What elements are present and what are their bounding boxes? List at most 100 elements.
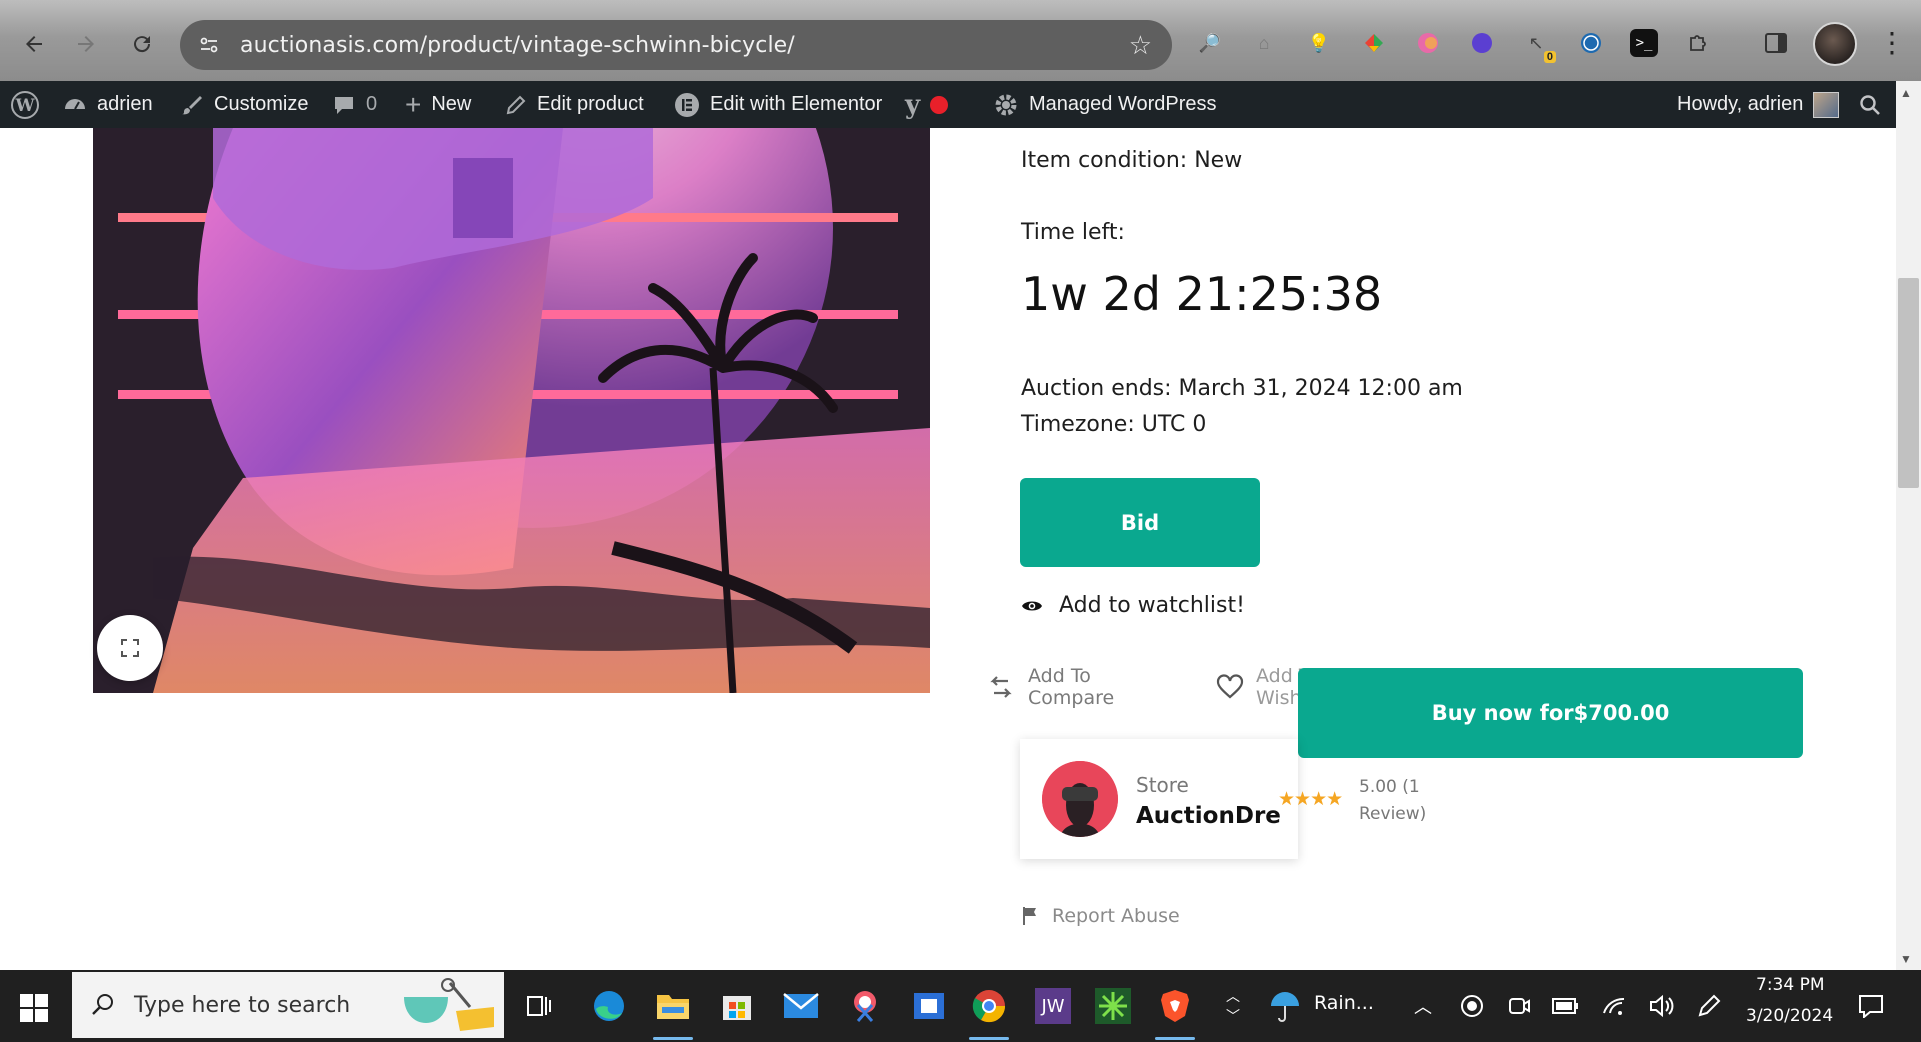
puzzle-extensions-icon[interactable] — [1684, 29, 1712, 57]
forward-icon[interactable] — [66, 24, 106, 64]
address-bar[interactable]: auctionasis.com/product/vintage-schwinn-… — [180, 20, 1172, 70]
watchlist-label: Add to watchlist! — [1059, 593, 1245, 618]
notification-center-icon[interactable] — [1848, 983, 1894, 1029]
edit-product-label: Edit product — [537, 93, 644, 115]
chrome-active-indicator — [969, 1037, 1009, 1040]
item-condition: Item condition: New — [1021, 148, 1243, 173]
report-abuse-link[interactable]: Report Abuse — [1022, 905, 1180, 927]
wordpress-extension-icon[interactable] — [1577, 29, 1605, 57]
search-icon — [92, 994, 113, 1015]
terminal-extension-icon[interactable]: >_ — [1630, 29, 1658, 57]
scroll-up-icon[interactable]: ▲ — [1900, 86, 1912, 100]
new-label: New — [431, 93, 472, 115]
rating-stars: ★★★★ — [1278, 789, 1343, 810]
extension-badge: 0 — [1543, 51, 1556, 63]
bid-button[interactable]: Bid — [1020, 478, 1260, 567]
snipping-tool-icon[interactable] — [842, 983, 888, 1029]
windows-start-icon[interactable] — [14, 988, 54, 1028]
clock-date[interactable]: 3/20/2024 — [1746, 1006, 1833, 1026]
expand-icon — [121, 639, 139, 657]
howdy-account-link[interactable]: Howdy, adrien — [1677, 81, 1840, 128]
admin-search-icon[interactable] — [1858, 81, 1882, 128]
customize-link[interactable]: Customize — [180, 81, 308, 128]
site-dashboard-link[interactable]: adrien — [63, 81, 153, 128]
gradient-extension-icon[interactable] — [1414, 29, 1442, 57]
file-explorer-icon[interactable] — [650, 983, 696, 1029]
store-card[interactable]: Store AuctionDre — [1020, 739, 1298, 859]
pen-ink-icon[interactable] — [1686, 983, 1732, 1029]
browser-toolbar: auctionasis.com/product/vintage-schwinn-… — [0, 0, 1921, 81]
browser-menu-icon[interactable]: ⋮ — [1878, 26, 1906, 59]
seo-status-dot — [930, 95, 949, 114]
rating-line2: Review) — [1359, 804, 1427, 824]
product-image[interactable] — [93, 128, 930, 693]
rain-weather-icon[interactable] — [1262, 983, 1308, 1029]
report-abuse-label: Report Abuse — [1052, 905, 1180, 927]
chrome-icon[interactable] — [966, 983, 1012, 1029]
clock-time[interactable]: 7:34 PM — [1756, 975, 1825, 995]
chevron-down-icon: ﹀ — [1226, 1008, 1240, 1024]
countdown-timer: 1w 2d 21:25:38 — [1021, 267, 1383, 321]
weather-label[interactable]: Rain... — [1314, 992, 1374, 1014]
task-view-icon[interactable] — [517, 983, 563, 1029]
colorful-extension-icon[interactable] — [1360, 29, 1388, 57]
mail-icon[interactable] — [778, 983, 824, 1029]
store-name[interactable]: AuctionDre — [1136, 803, 1281, 829]
taskbar-overflow-arrows[interactable]: ︿ ﹀ — [1210, 983, 1256, 1029]
yoast-icon: y — [905, 89, 921, 120]
edge-icon[interactable] — [586, 983, 632, 1029]
yoast-seo-link[interactable]: y — [905, 81, 949, 128]
heart-icon — [1216, 674, 1244, 699]
home-extension-icon[interactable]: ⌂ — [1250, 29, 1278, 57]
zoom-image-button[interactable] — [97, 615, 163, 681]
show-hidden-icons-chevron-icon[interactable]: ︿ — [1400, 983, 1446, 1029]
add-to-compare-link[interactable]: Add To Compare — [988, 665, 1114, 709]
microsoft-store-icon[interactable] — [714, 983, 760, 1029]
store-label: Store — [1136, 773, 1189, 797]
wifi-icon[interactable] — [1592, 983, 1638, 1029]
managed-wordpress-link[interactable]: Managed WordPress — [993, 81, 1217, 128]
comments-link[interactable]: 0 — [332, 81, 377, 128]
wordpress-logo-icon[interactable]: W — [10, 81, 40, 128]
meet-now-icon[interactable] — [1496, 983, 1542, 1029]
cursor-extension-icon[interactable]: ↖ 0 — [1522, 29, 1556, 63]
green-app-icon[interactable] — [1090, 983, 1136, 1029]
volume-icon[interactable] — [1639, 983, 1685, 1029]
bookmark-star-icon[interactable]: ☆ — [1129, 30, 1152, 61]
url-text[interactable]: auctionasis.com/product/vintage-schwinn-… — [240, 33, 795, 58]
jw-app-icon[interactable]: JW — [1030, 983, 1076, 1029]
lightbulb-extension-icon[interactable]: 💡 — [1305, 29, 1333, 57]
purple-extension-icon[interactable] — [1468, 29, 1496, 57]
plus-icon: + — [405, 88, 422, 120]
howdy-label: Howdy, adrien — [1677, 93, 1804, 115]
edit-product-link[interactable]: Edit product — [505, 81, 644, 128]
site-settings-icon[interactable] — [196, 32, 222, 58]
remote-desktop-icon[interactable] — [906, 983, 952, 1029]
site-user-label: adrien — [97, 93, 153, 115]
new-content-link[interactable]: + New — [405, 81, 471, 128]
comment-bubble-icon — [332, 94, 356, 116]
time-left-label: Time left: — [1021, 220, 1125, 245]
chevron-up-icon: ︿ — [1226, 988, 1240, 1004]
record-circle-icon[interactable] — [1449, 983, 1495, 1029]
battery-icon[interactable] — [1543, 983, 1589, 1029]
buy-now-button[interactable]: Buy now for$700.00 — [1298, 668, 1803, 758]
page-scrollbar[interactable] — [1896, 81, 1921, 970]
comments-count: 0 — [366, 93, 378, 115]
brave-active-indicator — [1155, 1037, 1195, 1040]
search-highlight-illustration-icon — [404, 978, 494, 1031]
compare-line1: Add To — [1028, 665, 1091, 687]
profile-avatar[interactable] — [1813, 22, 1857, 66]
brave-browser-icon[interactable] — [1152, 983, 1198, 1029]
back-icon[interactable] — [14, 24, 54, 64]
add-to-watchlist-link[interactable]: Add to watchlist! — [1021, 593, 1245, 618]
auction-ends-text: Auction ends: March 31, 2024 12:00 am — [1021, 376, 1463, 401]
magnifier-extension-icon[interactable]: 🔎 — [1196, 29, 1224, 57]
scrollbar-thumb[interactable] — [1898, 278, 1919, 488]
managed-wp-label: Managed WordPress — [1029, 93, 1217, 115]
scroll-down-icon[interactable]: ▼ — [1900, 952, 1912, 966]
reload-icon[interactable] — [122, 24, 162, 64]
side-panel-icon[interactable] — [1762, 29, 1790, 57]
taskbar-search-box[interactable]: Type here to search — [72, 972, 504, 1038]
edit-elementor-link[interactable]: Edit with Elementor — [674, 81, 882, 128]
